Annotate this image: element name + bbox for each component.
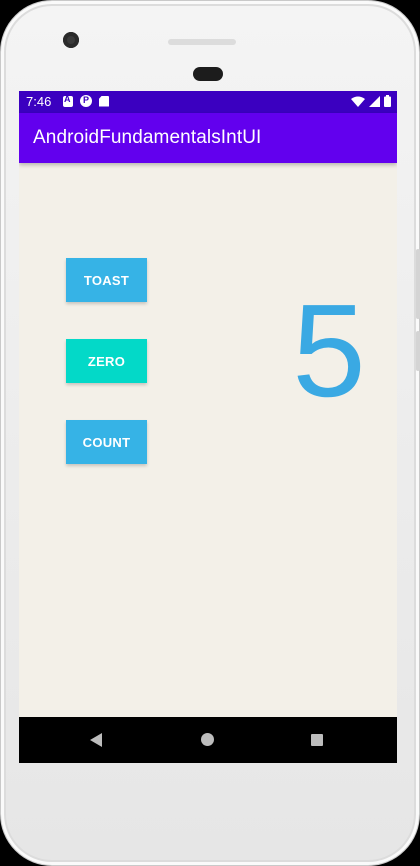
earpiece-speaker — [193, 67, 223, 81]
a-notification-icon — [63, 94, 73, 107]
back-icon[interactable] — [90, 733, 102, 747]
p-notification-icon — [80, 95, 92, 107]
app-bar: AndroidFundamentalsIntUI — [19, 113, 397, 163]
app-title: AndroidFundamentalsIntUI — [33, 127, 262, 148]
power-button — [416, 331, 420, 371]
recents-icon[interactable] — [311, 734, 323, 746]
count-display: 5 — [292, 277, 366, 424]
home-icon[interactable] — [201, 733, 214, 746]
volume-button — [416, 249, 420, 319]
system-icons — [351, 95, 391, 107]
device-screen: 7:46 AndroidFundamentalsIntUI — [19, 91, 397, 763]
cell-signal-icon — [369, 95, 380, 107]
notification-icons — [63, 94, 109, 107]
phone-frame: 7:46 AndroidFundamentalsIntUI — [0, 0, 420, 866]
front-camera — [63, 32, 79, 48]
battery-icon — [384, 95, 391, 107]
toast-button[interactable]: TOAST — [66, 258, 147, 302]
navigation-bar — [19, 717, 397, 763]
sd-card-icon — [99, 95, 109, 107]
count-button[interactable]: COUNT — [66, 420, 147, 464]
top-sensor-bar — [168, 39, 236, 45]
status-bar: 7:46 — [19, 91, 397, 113]
status-time: 7:46 — [26, 94, 52, 109]
zero-button[interactable]: ZERO — [66, 339, 147, 383]
wifi-icon — [351, 96, 365, 107]
